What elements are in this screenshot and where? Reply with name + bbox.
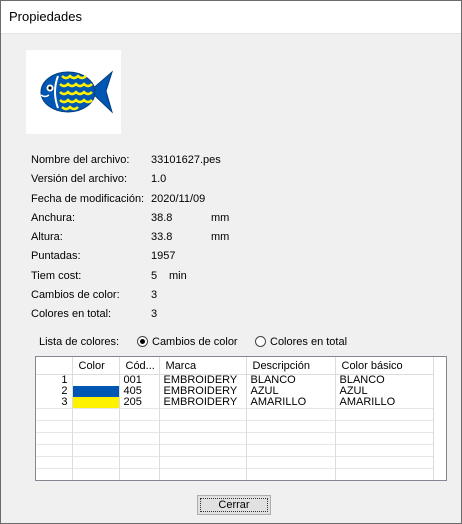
col-header-description[interactable]: Descripción	[246, 357, 336, 375]
row-index: 2	[36, 386, 73, 397]
prop-value: 1.0	[151, 173, 167, 186]
radio-label[interactable]: Colores en total	[270, 336, 347, 348]
prop-label: Tiem cost:	[31, 269, 82, 282]
color-list-label: Lista de colores:	[39, 336, 120, 348]
prop-unit: mm	[211, 211, 230, 224]
row-basic-color: BLANCO	[335, 374, 434, 386]
prop-value: 5	[151, 269, 158, 282]
color-list-table[interactable]: Color Cód... Marca Descripción Color bás…	[35, 356, 447, 481]
properties-dialog: Propiedades Nombre del archivo: 33101627…	[0, 0, 462, 524]
fish-embroidery-icon	[40, 70, 114, 114]
row-basic-color: AMARILLO	[335, 397, 434, 409]
design-thumbnail	[26, 50, 121, 134]
row-code: 405	[119, 386, 160, 397]
prop-unit: min	[169, 269, 187, 282]
col-header-code[interactable]: Cód...	[119, 357, 160, 375]
prop-label: Cambios de color:	[31, 289, 120, 302]
prop-value: 1957	[151, 250, 176, 263]
row-index: 1	[36, 374, 73, 386]
prop-unit: mm	[211, 231, 230, 244]
radio-color-changes[interactable]: Cambios de color	[137, 334, 238, 350]
radio-label[interactable]: Cambios de color	[152, 336, 238, 348]
color-swatch	[72, 375, 118, 386]
prop-value: 33101627.pes	[151, 154, 221, 166]
prop-label: Puntadas:	[31, 250, 81, 263]
title-divider	[1, 33, 461, 34]
row-code: 001	[119, 374, 160, 386]
title-bar: Propiedades	[1, 1, 461, 33]
empty-row	[36, 408, 434, 421]
row-basic-color: AZUL	[335, 386, 434, 397]
table-header: Color Cód... Marca Descripción Color bás…	[36, 357, 434, 375]
prop-value: 3	[151, 308, 158, 321]
radio-total-colors[interactable]: Colores en total	[255, 334, 347, 350]
empty-row	[36, 420, 434, 433]
col-header-color[interactable]: Color	[72, 357, 120, 375]
empty-row	[36, 444, 434, 457]
empty-row	[36, 468, 434, 480]
row-color-cell	[72, 374, 120, 386]
table-row[interactable]: 2 405 EMBROIDERY AZUL AZUL	[36, 386, 434, 397]
prop-value: 38.8	[151, 211, 173, 224]
dialog-title: Propiedades	[9, 9, 82, 24]
row-brand: EMBROIDERY	[159, 386, 247, 397]
close-button[interactable]: Cerrar	[197, 495, 271, 515]
color-table: Color Cód... Marca Descripción Color bás…	[36, 357, 434, 480]
row-index: 3	[36, 397, 73, 409]
row-color-cell	[72, 386, 120, 397]
row-description: AZUL	[246, 386, 336, 397]
prop-label: Altura:	[31, 231, 63, 244]
col-header-index[interactable]	[36, 357, 73, 375]
prop-label: Versión del archivo:	[31, 173, 127, 186]
col-header-basic-color[interactable]: Color básico	[335, 357, 434, 375]
prop-label: Anchura:	[31, 211, 76, 224]
row-brand: EMBROIDERY	[159, 374, 247, 386]
row-color-cell	[72, 397, 120, 409]
color-list-options: Lista de colores: Cambios de color Color…	[39, 334, 347, 350]
prop-value: 2020/11/09	[151, 192, 206, 205]
row-brand: EMBROIDERY	[159, 397, 247, 409]
col-header-brand[interactable]: Marca	[159, 357, 247, 375]
row-description: AMARILLO	[246, 397, 336, 409]
radio-unselected-icon[interactable]	[255, 336, 266, 347]
prop-label: Nombre del archivo:	[31, 154, 130, 166]
prop-label: Colores en total:	[31, 308, 112, 321]
color-swatch	[72, 397, 118, 408]
prop-label: Fecha de modificación:	[31, 192, 145, 205]
empty-row	[36, 456, 434, 469]
row-code: 205	[119, 397, 160, 409]
table-row[interactable]: 1 001 EMBROIDERY BLANCO BLANCO	[36, 374, 434, 386]
table-row[interactable]: 3 205 EMBROIDERY AMARILLO AMARILLO	[36, 397, 434, 409]
radio-selected-icon[interactable]	[137, 336, 148, 347]
row-description: BLANCO	[246, 374, 336, 386]
color-swatch	[72, 386, 118, 397]
prop-value: 3	[151, 289, 158, 302]
empty-row	[36, 432, 434, 445]
prop-value: 33.8	[151, 231, 173, 244]
